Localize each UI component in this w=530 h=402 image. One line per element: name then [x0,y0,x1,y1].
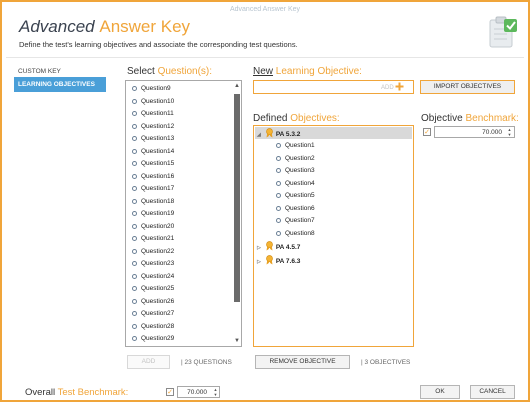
list-item[interactable]: Question19 [132,209,174,219]
list-item[interactable]: Question18 [132,197,174,207]
list-item[interactable]: Question16 [132,172,174,182]
question-bullet-icon [132,148,137,154]
scrollbar-thumb[interactable] [234,94,240,302]
ribbon-icon [265,128,274,138]
objective-benchmark-label: Objective Benchmark: [421,113,519,124]
add-objective-button[interactable]: ADD [381,82,412,92]
list-item[interactable]: Question23 [132,259,174,269]
question-bullet-icon [276,143,281,148]
list-item[interactable]: Question12 [132,122,174,132]
question-bullet-icon [132,298,137,304]
question-bullet-icon [132,173,137,179]
objective-question-item[interactable]: Question1 [276,141,315,151]
objective-row[interactable]: ▷ PA 4.5.7 [257,241,300,251]
page-subtitle: Define the test's learning objectives an… [19,40,298,49]
ribbon-icon [265,255,274,265]
objective-question-item[interactable]: Question3 [276,166,315,176]
question-count: | 23 QUESTIONS [181,359,232,366]
question-bullet-icon [132,111,137,116]
question-bullet-icon [132,136,137,141]
question-bullet-icon [132,273,137,279]
question-bullet-icon [132,123,137,129]
question-bullet-icon [132,323,137,329]
objective-question-item[interactable]: Question7 [276,216,315,226]
objective-row[interactable]: ▷ PA 7.6.3 [257,255,300,265]
sidebar-item-learning-objectives[interactable]: LEARNING OBJECTIVES [14,77,106,92]
page-title: Advanced Answer Key [19,17,190,37]
question-bullet-icon [276,168,281,173]
list-item[interactable]: Question21 [132,234,174,244]
list-item[interactable]: Question17 [132,184,174,194]
list-item[interactable]: Question13 [132,134,174,144]
cancel-button[interactable]: CANCEL [470,385,515,399]
question-bullet-icon [276,218,281,223]
objective-row[interactable]: ◢ PA 5.3.2 [257,128,300,138]
page-title-accent: Answer Key [99,17,191,36]
questions-label: Select Question(s): [127,66,213,77]
objective-count: | 3 OBJECTIVES [361,359,411,366]
list-item[interactable]: Question29 [132,334,174,344]
question-bullet-icon [132,248,137,254]
question-bullet-icon [276,230,281,236]
question-bullet-icon [132,223,137,229]
scroll-down-icon[interactable]: ▼ [233,337,241,345]
scroll-up-icon[interactable]: ▲ [233,82,241,90]
question-bullet-icon [132,86,137,91]
import-objectives-button[interactable]: IMPORT OBJECTIVES [420,80,515,94]
clipboard-check-icon [485,14,519,50]
list-item[interactable]: Question22 [132,247,174,257]
question-bullet-icon [132,336,137,341]
list-item[interactable]: Question27 [132,309,174,319]
list-item[interactable]: Question9 [132,84,171,94]
list-item[interactable]: Question15 [132,159,174,169]
list-item[interactable]: Question28 [132,322,174,332]
question-bullet-icon [132,211,137,216]
spin-down-icon[interactable]: ▼ [212,392,219,397]
question-bullet-icon [276,155,281,161]
overall-benchmark-checkbox[interactable]: ✓ [166,388,174,396]
question-bullet-icon [132,198,137,204]
plus-icon [395,82,404,91]
list-item[interactable]: Question14 [132,147,174,157]
objective-question-item[interactable]: Question6 [276,204,315,214]
objective-benchmark-checkbox[interactable]: ✓ [423,128,431,136]
list-item[interactable]: Question26 [132,297,174,307]
page-title-main: Advanced [19,17,95,36]
sidebar: CUSTOM KEY LEARNING OBJECTIVES [14,60,106,380]
question-bullet-icon [132,236,137,241]
list-item[interactable]: Question20 [132,222,174,232]
question-bullet-icon [132,98,137,104]
question-bullet-icon [132,186,137,191]
objective-question-item[interactable]: Question5 [276,191,315,201]
add-question-button[interactable]: ADD [127,355,170,369]
question-list[interactable]: Question9 Question10 Question11 Question… [125,80,242,347]
question-bullet-icon [132,286,137,291]
objective-question-item[interactable]: Question8 [276,229,315,239]
header-divider [6,57,524,58]
question-bullet-icon [276,180,281,186]
expander-icon[interactable]: ▷ [257,243,263,253]
remove-objective-button[interactable]: REMOVE OBJECTIVE [255,355,350,369]
list-item[interactable]: Question11 [132,109,174,119]
ribbon-icon [265,241,274,251]
question-bullet-icon [132,261,137,266]
question-bullet-icon [132,311,137,316]
defined-objectives-label: Defined Objectives: [253,113,340,124]
list-item[interactable]: Question25 [132,284,174,294]
objective-question-item[interactable]: Question2 [276,154,315,164]
list-item[interactable]: Question24 [132,272,174,282]
expander-icon[interactable]: ◢ [257,130,263,140]
new-objective-label: New Learning Objective: [253,66,362,77]
question-bullet-icon [132,161,137,166]
objective-benchmark-input[interactable]: 70.000 [434,126,515,138]
window-title: Advanced Answer Key [229,6,301,13]
overall-benchmark-label: Overall Test Benchmark: [25,387,129,398]
question-bullet-icon [276,193,281,198]
spin-down-icon[interactable]: ▼ [506,132,513,137]
ok-button[interactable]: OK [420,385,460,399]
question-bullet-icon [276,205,281,211]
objective-question-item[interactable]: Question4 [276,179,315,189]
expander-icon[interactable]: ▷ [257,257,263,267]
list-item[interactable]: Question10 [132,97,174,107]
